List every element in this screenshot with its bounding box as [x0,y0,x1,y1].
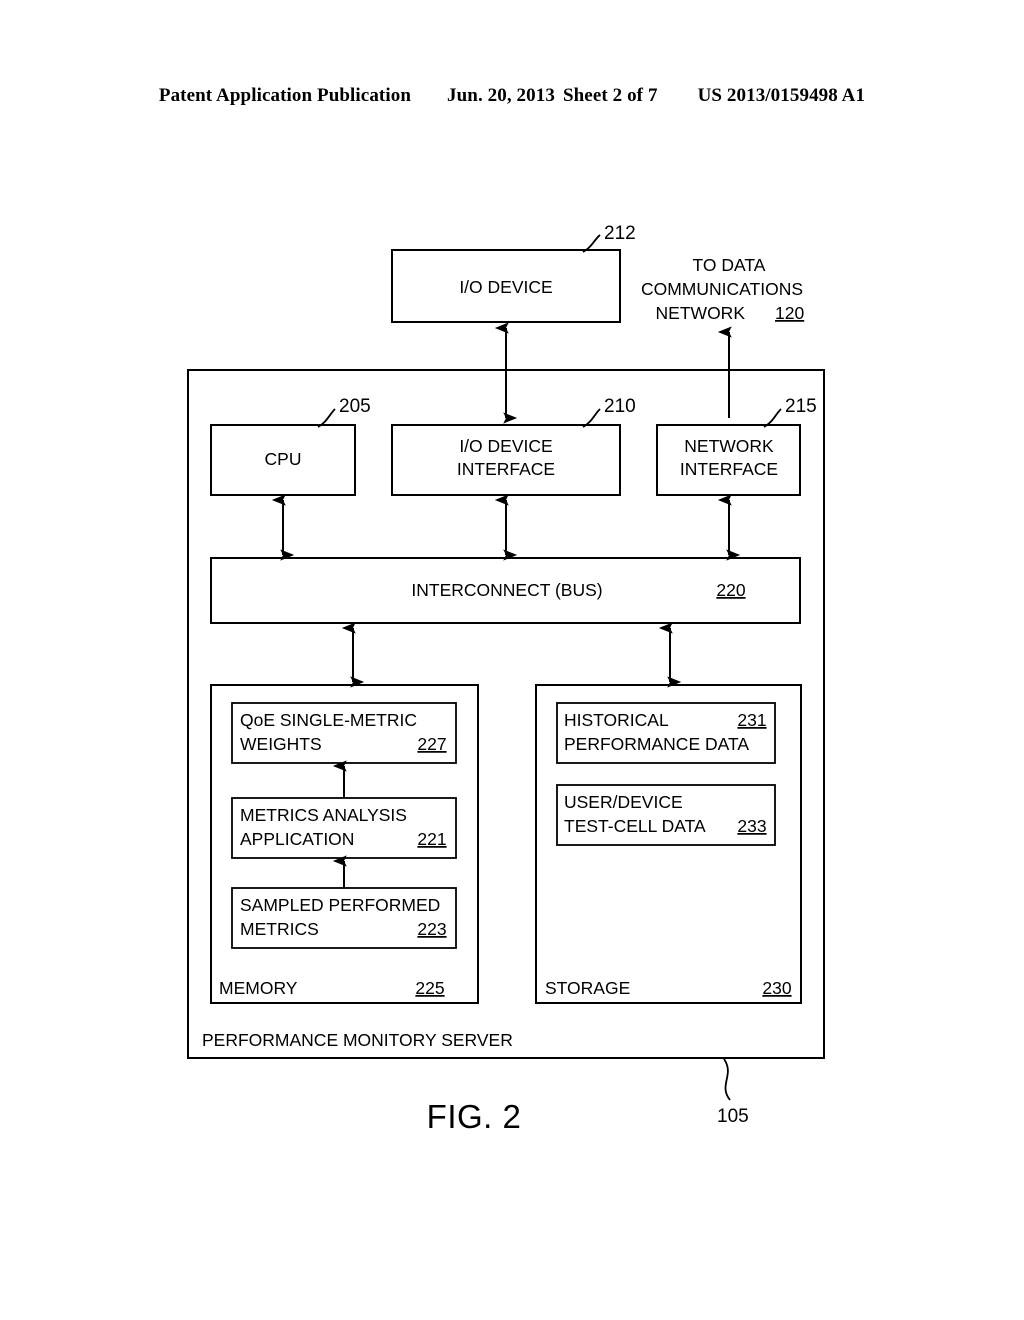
historical-performance-line2: PERFORMANCE DATA [564,734,749,754]
qoe-weights-line1: QoE SINGLE-METRIC [240,710,417,730]
io-device-interface-line2: INTERFACE [457,459,555,479]
sampled-metrics-line1: SAMPLED PERFORMED [240,895,440,915]
storage-label: STORAGE [545,978,630,998]
storage-box [535,684,802,1004]
storage-ref: 230 [762,978,791,998]
network-note-line2: COMMUNICATIONS [641,279,803,299]
user-device-test-cell-line1: USER/DEVICE [564,792,683,812]
interconnect-ref: 220 [716,580,745,600]
io-device-interface-line1: I/O DEVICE [459,436,552,456]
sampled-metrics-ref: 223 [417,919,446,939]
io-device-label: I/O DEVICE [459,277,552,297]
server-ref-leader [723,1058,731,1101]
interconnect-label: INTERCONNECT (BUS) [411,580,602,600]
network-interface-line2: INTERFACE [680,459,778,479]
network-note-ref: 120 [775,303,804,323]
sampled-metrics-line2: METRICS [240,919,319,939]
cpu-label: CPU [265,449,302,469]
memory-ref: 225 [415,978,444,998]
qoe-weights-ref: 227 [417,734,446,754]
historical-performance-line1: HISTORICAL [564,710,669,730]
metrics-analysis-line1: METRICS ANALYSIS [240,805,407,825]
network-interface-line1: NETWORK [684,436,774,456]
historical-performance-ref: 231 [737,710,766,730]
user-device-test-cell-ref: 233 [737,816,766,836]
figure-caption: FIG. 2 [0,1098,1024,1136]
figure-caption-text: FIG. 2 [426,1098,522,1135]
network-note-line1: TO DATA [693,255,766,275]
cpu-ref: 205 [339,396,371,417]
server-label: PERFORMANCE MONITORY SERVER [202,1030,513,1050]
metrics-analysis-line2: APPLICATION [240,829,354,849]
io-device-interface-ref: 210 [604,396,636,417]
user-device-test-cell-line2: TEST-CELL DATA [564,816,706,836]
io-device-ref: 212 [604,223,636,244]
metrics-analysis-ref: 221 [417,829,446,849]
network-interface-ref: 215 [785,396,817,417]
qoe-weights-line2: WEIGHTS [240,734,322,754]
network-note-line3: NETWORK [656,303,746,323]
memory-label: MEMORY [219,978,298,998]
